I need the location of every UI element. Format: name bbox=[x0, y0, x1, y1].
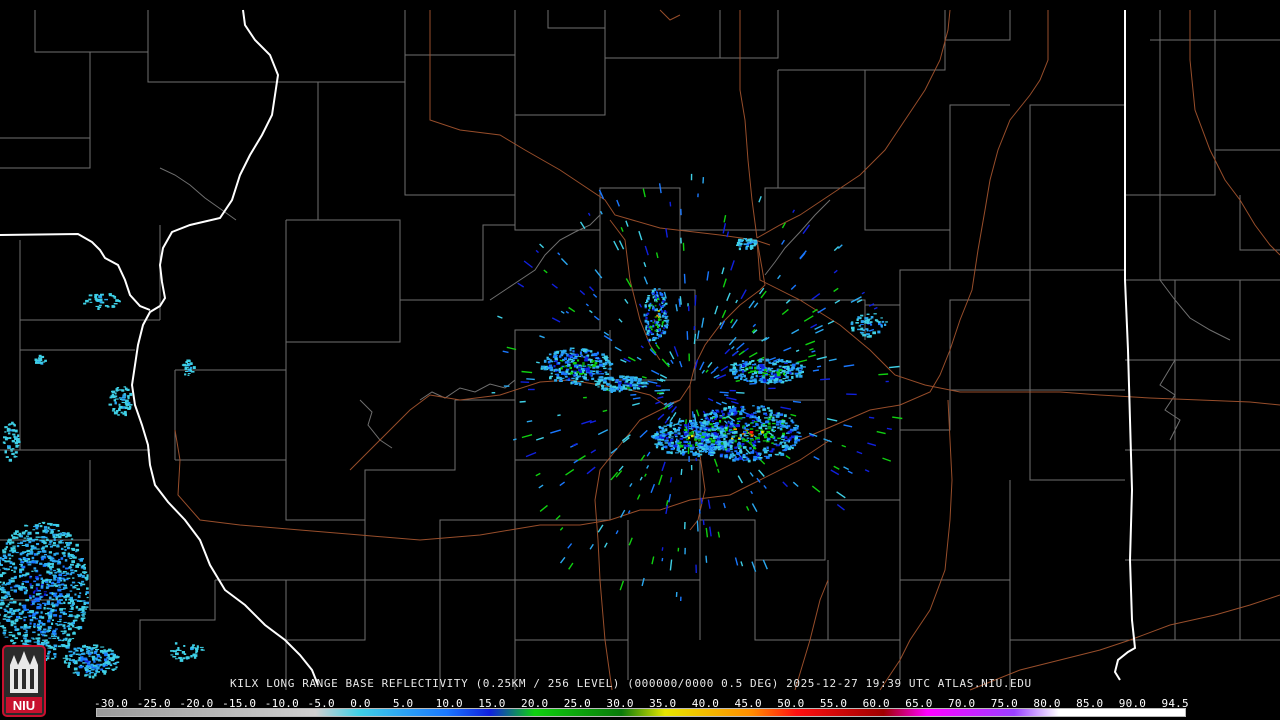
radar-map bbox=[0, 0, 1280, 720]
product-caption: KILX LONG RANGE BASE REFLECTIVITY (0.25K… bbox=[230, 677, 1032, 690]
svg-text:NIU: NIU bbox=[13, 698, 35, 713]
reflectivity-colorbar bbox=[96, 708, 1186, 717]
niu-logo: NIU bbox=[2, 645, 46, 717]
